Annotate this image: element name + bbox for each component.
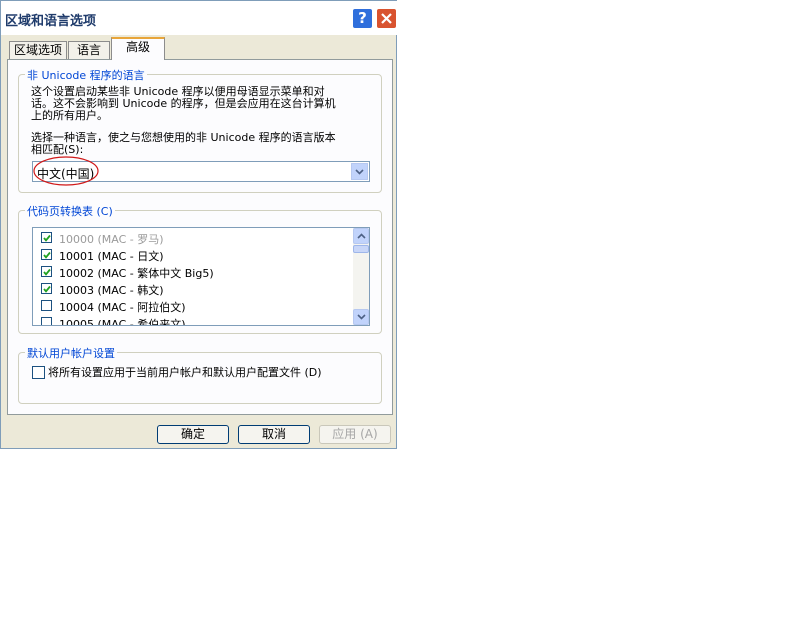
close-button[interactable] [376, 8, 397, 29]
dialog-window: 区域和语言选项 ? 区域选项 语言 高级 非 Unicode 程序的语言 这个设… [0, 0, 398, 449]
list-item-label: 10004 (MAC - 阿拉伯文) [59, 301, 186, 314]
apply-to-default-user-label: 将所有设置应用于当前用户帐户和默认用户配置文件 (D) [48, 366, 322, 379]
tab-advanced[interactable]: 高级 [111, 37, 165, 60]
list-item-label: 10000 (MAC - 罗马) [59, 233, 164, 246]
window-title: 区域和语言选项 [5, 14, 97, 29]
scroll-thumb[interactable] [353, 245, 369, 253]
list-item-label: 10002 (MAC - 繁体中文 Big5) [59, 267, 214, 280]
check-icon [43, 268, 51, 276]
checkbox[interactable] [41, 266, 52, 277]
list-item[interactable]: 10004 (MAC - 阿拉伯文) [33, 297, 353, 314]
language-select-label: 选择一种语言，使之与您想使用的非 Unicode 程序的语言版本 相匹配(S): [31, 131, 336, 156]
dropdown-arrow-button[interactable] [351, 163, 368, 180]
help-button[interactable]: ? [352, 8, 373, 29]
chevron-down-icon [357, 314, 366, 320]
title-bar[interactable]: 区域和语言选项 ? [1, 1, 398, 35]
default-user-group-title: 默认用户帐户设置 [25, 345, 117, 361]
apply-to-default-user-checkbox[interactable] [32, 366, 45, 379]
scroll-down-button[interactable] [353, 309, 369, 325]
tab-regional-options[interactable]: 区域选项 [9, 41, 67, 59]
list-item[interactable]: 10003 (MAC - 韩文) [33, 280, 353, 297]
list-item[interactable]: 10005 (MAC - 希伯来文) [33, 314, 353, 326]
check-icon [43, 251, 51, 259]
ok-button[interactable]: 确定 [157, 425, 229, 444]
help-icon: ? [358, 9, 367, 27]
check-icon [43, 234, 51, 242]
checkbox[interactable] [41, 249, 52, 260]
code-page-group-title: 代码页转换表 (C) [25, 203, 115, 219]
list-item[interactable]: 10001 (MAC - 日文) [33, 246, 353, 263]
apply-button[interactable]: 应用 (A) [319, 425, 391, 444]
code-page-list[interactable]: 10000 (MAC - 罗马) 10001 (MAC - 日文) 10002 … [32, 227, 370, 326]
list-item[interactable]: 10000 (MAC - 罗马) [33, 229, 353, 246]
list-item-label: 10005 (MAC - 希伯来文) [59, 318, 186, 326]
red-annotation-circle [33, 156, 99, 186]
checkbox[interactable] [41, 300, 52, 311]
non-unicode-group-title: 非 Unicode 程序的语言 [25, 67, 147, 83]
chevron-down-icon [355, 169, 364, 175]
tab-languages[interactable]: 语言 [68, 41, 110, 59]
cancel-button[interactable]: 取消 [238, 425, 310, 444]
scroll-up-button[interactable] [353, 228, 369, 244]
list-item-label: 10003 (MAC - 韩文) [59, 284, 164, 297]
vertical-scrollbar[interactable] [353, 228, 369, 325]
check-icon [43, 285, 51, 293]
list-item-label: 10001 (MAC - 日文) [59, 250, 164, 263]
non-unicode-description: 这个设置启动某些非 Unicode 程序以便用母语显示菜单和对 话。这不会影响到… [31, 85, 336, 122]
checkbox[interactable] [41, 283, 52, 294]
checkbox[interactable] [41, 317, 52, 325]
list-item[interactable]: 10002 (MAC - 繁体中文 Big5) [33, 263, 353, 280]
chevron-up-icon [357, 233, 366, 239]
close-icon [381, 13, 392, 24]
checkbox[interactable] [41, 232, 52, 243]
